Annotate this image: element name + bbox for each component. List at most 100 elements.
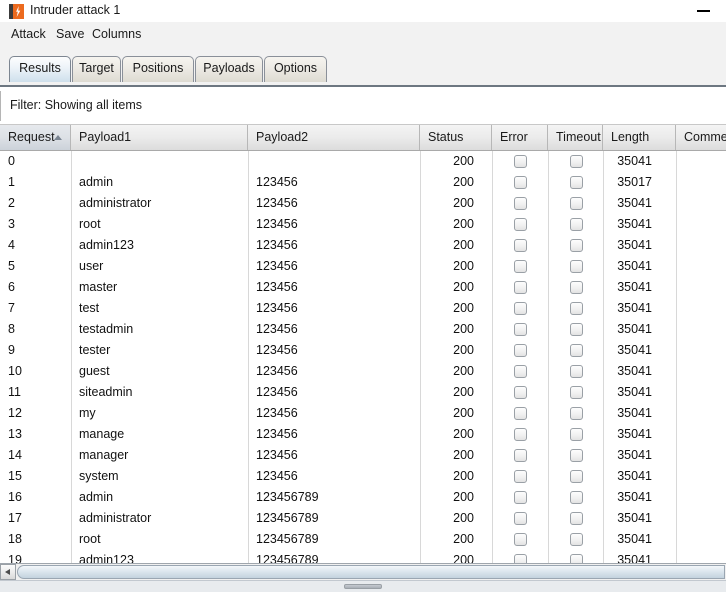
table-row[interactable]: 6 master 123456 200 35041	[0, 277, 726, 298]
table-row[interactable]: 15 system 123456 200 35041	[0, 466, 726, 487]
menu-item-columns[interactable]: Columns	[89, 26, 144, 42]
checkbox-error[interactable]	[514, 323, 527, 336]
column-header-comment[interactable]: Comme	[676, 125, 726, 150]
tab-options[interactable]: Options	[264, 56, 327, 82]
checkbox-timeout[interactable]	[570, 470, 583, 483]
cell-status: 200	[453, 154, 474, 168]
checkbox-timeout[interactable]	[570, 428, 583, 441]
checkbox-error[interactable]	[514, 470, 527, 483]
table-row[interactable]: 12 my 123456 200 35041	[0, 403, 726, 424]
column-divider	[676, 550, 677, 563]
checkbox-error[interactable]	[514, 155, 527, 168]
cell-request: 12	[8, 406, 22, 420]
table-row[interactable]: 1 admin 123456 200 35017	[0, 172, 726, 193]
checkbox-error[interactable]	[514, 491, 527, 504]
checkbox-error[interactable]	[514, 449, 527, 462]
filter-bar[interactable]: Filter: Showing all items	[0, 87, 726, 125]
column-divider	[548, 277, 549, 298]
column-divider	[492, 235, 493, 256]
table-row[interactable]: 17 administrator 123456789 200 35041	[0, 508, 726, 529]
column-divider	[492, 361, 493, 382]
checkbox-error[interactable]	[514, 239, 527, 252]
horizontal-scrollbar-thumb[interactable]	[17, 565, 725, 579]
checkbox-error[interactable]	[514, 344, 527, 357]
table-row[interactable]: 14 manager 123456 200 35041	[0, 445, 726, 466]
table-row[interactable]: 18 root 123456789 200 35041	[0, 529, 726, 550]
checkbox-timeout[interactable]	[570, 323, 583, 336]
checkbox-timeout[interactable]	[570, 533, 583, 546]
table-row[interactable]: 16 admin 123456789 200 35041	[0, 487, 726, 508]
table-row[interactable]: 4 admin123 123456 200 35041	[0, 235, 726, 256]
cell-request: 9	[8, 343, 15, 357]
table-row[interactable]: 10 guest 123456 200 35041	[0, 361, 726, 382]
checkbox-error[interactable]	[514, 533, 527, 546]
column-header-payload1[interactable]: Payload1	[71, 125, 248, 150]
checkbox-timeout[interactable]	[570, 302, 583, 315]
column-header-error[interactable]: Error	[492, 125, 548, 150]
checkbox-timeout[interactable]	[570, 281, 583, 294]
column-header-status[interactable]: Status	[420, 125, 492, 150]
table-row[interactable]: 9 tester 123456 200 35041	[0, 340, 726, 361]
table-row[interactable]: 13 manage 123456 200 35041	[0, 424, 726, 445]
checkbox-error[interactable]	[514, 302, 527, 315]
checkbox-timeout[interactable]	[570, 155, 583, 168]
cell-request: 8	[8, 322, 15, 336]
menu-item-save[interactable]: Save	[53, 26, 88, 42]
checkbox-timeout[interactable]	[570, 365, 583, 378]
checkbox-error[interactable]	[514, 512, 527, 525]
column-divider	[676, 277, 677, 298]
minimize-icon	[697, 10, 710, 12]
checkbox-timeout[interactable]	[570, 491, 583, 504]
checkbox-timeout[interactable]	[570, 344, 583, 357]
table-row[interactable]: 2 administrator 123456 200 35041	[0, 193, 726, 214]
cell-length: 35041	[617, 280, 652, 294]
cell-payload1: admin	[79, 175, 114, 189]
checkbox-timeout[interactable]	[570, 239, 583, 252]
checkbox-timeout[interactable]	[570, 554, 583, 563]
scroll-left-button[interactable]	[0, 564, 16, 580]
splitter-grip-handle[interactable]	[344, 584, 382, 589]
column-header-payload2[interactable]: Payload2	[248, 125, 420, 150]
checkbox-error[interactable]	[514, 218, 527, 231]
checkbox-error[interactable]	[514, 365, 527, 378]
checkbox-timeout[interactable]	[570, 386, 583, 399]
table-row[interactable]: 8 testadmin 123456 200 35041	[0, 319, 726, 340]
column-divider	[676, 487, 677, 508]
menu-item-attack[interactable]: Attack	[8, 26, 49, 42]
column-header-request[interactable]: Request	[0, 125, 71, 150]
checkbox-error[interactable]	[514, 428, 527, 441]
checkbox-error[interactable]	[514, 197, 527, 210]
tab-results[interactable]: Results	[9, 56, 71, 82]
checkbox-timeout[interactable]	[570, 260, 583, 273]
table-row[interactable]: 7 test 123456 200 35041	[0, 298, 726, 319]
cell-status: 200	[453, 217, 474, 231]
column-header-timeout[interactable]: Timeout	[548, 125, 603, 150]
table-row[interactable]: 19 admin123 123456789 200 35041	[0, 550, 726, 563]
table-row[interactable]: 5 user 123456 200 35041	[0, 256, 726, 277]
horizontal-scrollbar[interactable]	[0, 563, 726, 580]
cell-payload2: 123456789	[256, 532, 319, 546]
checkbox-timeout[interactable]	[570, 197, 583, 210]
checkbox-timeout[interactable]	[570, 449, 583, 462]
checkbox-timeout[interactable]	[570, 218, 583, 231]
tab-target[interactable]: Target	[72, 56, 121, 82]
table-row[interactable]: 0 200 35041	[0, 151, 726, 172]
column-divider	[492, 172, 493, 193]
checkbox-timeout[interactable]	[570, 176, 583, 189]
checkbox-error[interactable]	[514, 176, 527, 189]
checkbox-timeout[interactable]	[570, 512, 583, 525]
table-row[interactable]: 3 root 123456 200 35041	[0, 214, 726, 235]
checkbox-error[interactable]	[514, 260, 527, 273]
tab-payloads[interactable]: Payloads	[195, 56, 263, 82]
checkbox-error[interactable]	[514, 386, 527, 399]
minimize-button[interactable]	[693, 2, 715, 20]
checkbox-error[interactable]	[514, 554, 527, 563]
table-row[interactable]: 11 siteadmin 123456 200 35041	[0, 382, 726, 403]
tab-positions[interactable]: Positions	[122, 56, 194, 82]
cell-request: 1	[8, 175, 15, 189]
checkbox-error[interactable]	[514, 407, 527, 420]
burp-suite-icon	[9, 4, 24, 19]
checkbox-timeout[interactable]	[570, 407, 583, 420]
checkbox-error[interactable]	[514, 281, 527, 294]
column-header-length[interactable]: Length	[603, 125, 676, 150]
